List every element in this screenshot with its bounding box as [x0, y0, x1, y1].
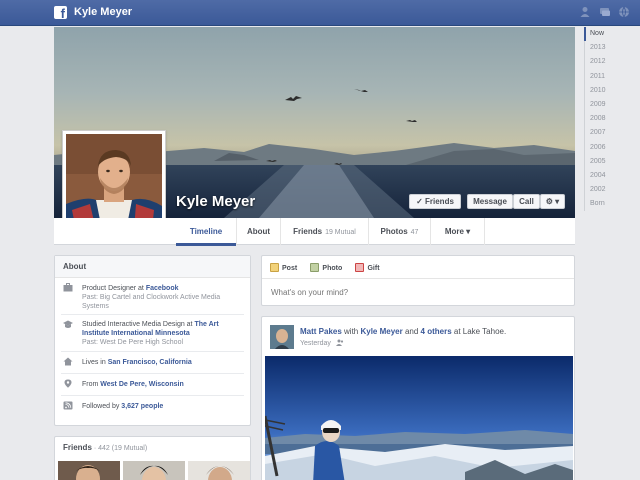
profile-portrait — [66, 134, 162, 230]
graduation-cap-icon — [63, 320, 73, 328]
post-author-avatar[interactable] — [270, 325, 294, 349]
friend-photo[interactable] — [188, 461, 250, 480]
profile-tabs: Timeline About Friends 19 Mutual Photos 47… — [54, 218, 575, 246]
post-timestamp[interactable]: Yesterday — [300, 339, 344, 347]
year-link[interactable]: 2002 — [584, 183, 614, 198]
friend-photo[interactable] — [123, 461, 185, 480]
top-bar: f Kyle Meyer — [0, 0, 640, 26]
gift-icon — [355, 263, 365, 272]
ski-photo — [265, 356, 573, 480]
top-bar-profile-name[interactable]: Kyle Meyer — [74, 6, 132, 18]
location-pin-icon — [64, 379, 72, 388]
timeline-post: Matt Pakes with Kyle Meyer and 4 others … — [261, 316, 575, 480]
about-work: Product Designer at Facebook Past: Big C… — [61, 278, 244, 315]
tab-friends[interactable]: Friends 19 Mutual — [280, 218, 368, 245]
year-link[interactable]: 2006 — [584, 140, 614, 155]
year-link[interactable]: 2007 — [584, 126, 614, 141]
year-link[interactable]: 2010 — [584, 83, 614, 98]
rss-follow-icon — [63, 401, 73, 410]
lives-link[interactable]: San Francisco, California — [108, 359, 192, 366]
year-link[interactable]: 2008 — [584, 112, 614, 127]
call-button[interactable]: Call — [513, 194, 540, 209]
work-link[interactable]: Facebook — [146, 285, 179, 292]
year-link[interactable]: 2011 — [584, 69, 614, 84]
message-button[interactable]: Message — [467, 194, 513, 209]
post-author-link[interactable]: Matt Pakes — [300, 327, 342, 336]
about-heading[interactable]: About — [55, 256, 250, 278]
globe-icon[interactable] — [618, 6, 630, 18]
profile-name[interactable]: Kyle Meyer — [176, 193, 255, 210]
friends-heading[interactable]: Friends · 442 (19 Mutual) — [55, 437, 250, 459]
friends-icon[interactable] — [579, 6, 591, 18]
facebook-logo[interactable]: f — [54, 6, 67, 20]
status-composer: Post Photo Gift — [261, 255, 575, 306]
status-input[interactable] — [262, 279, 574, 306]
friends-card: Friends · 442 (19 Mutual) — [54, 436, 251, 480]
camera-icon — [310, 263, 320, 272]
about-followers: Followed by 3,627 people — [61, 396, 244, 418]
home-icon — [63, 357, 73, 366]
settings-dropdown-button[interactable]: ⚙ ▾ — [540, 194, 565, 209]
about-education: Studied Interactive Media Design at The … — [61, 315, 244, 352]
tab-about[interactable]: About — [236, 218, 280, 245]
year-link[interactable]: 2004 — [584, 168, 614, 184]
year-link[interactable]: 2009 — [584, 97, 614, 113]
photo-action[interactable]: Photo — [310, 257, 342, 280]
post-action[interactable]: Post — [270, 257, 297, 280]
tab-more[interactable]: More ▾ — [430, 218, 485, 245]
composer-actions: Post Photo Gift — [262, 256, 574, 279]
post-photo[interactable] — [265, 356, 573, 480]
tab-timeline[interactable]: Timeline — [176, 218, 236, 246]
messages-icon[interactable] — [599, 6, 611, 18]
audience-friends-icon[interactable] — [335, 339, 344, 346]
about-lives: Lives in San Francisco, California — [61, 352, 244, 374]
about-from: From West De Pere, Wisconsin — [61, 374, 244, 396]
others-link[interactable]: 4 others — [421, 327, 452, 336]
year-link[interactable]: Born — [584, 197, 614, 212]
pencil-icon — [270, 263, 279, 272]
briefcase-icon — [63, 283, 73, 292]
hometown-link[interactable]: West De Pere, Wisconsin — [100, 381, 183, 388]
post-headline: Matt Pakes with Kyle Meyer and 4 others … — [300, 327, 507, 336]
friend-photo[interactable] — [58, 461, 120, 480]
year-link[interactable]: Now — [584, 27, 614, 42]
tab-photos[interactable]: Photos 47 — [368, 218, 430, 245]
about-card: About Product Designer at Facebook Past:… — [54, 255, 251, 426]
year-link[interactable]: 2012 — [584, 55, 614, 70]
followers-link[interactable]: 3,627 people — [121, 403, 163, 410]
tagged-friend-link[interactable]: Kyle Meyer — [360, 327, 402, 336]
year-link[interactable]: 2005 — [584, 154, 614, 169]
gift-action[interactable]: Gift — [355, 257, 380, 280]
year-link[interactable]: 2013 — [584, 41, 614, 56]
friends-button[interactable]: ✓ Friends — [409, 194, 461, 209]
timeline-year-nav: Now 2013 2012 2011 2010 2009 2008 2007 2… — [584, 27, 614, 212]
